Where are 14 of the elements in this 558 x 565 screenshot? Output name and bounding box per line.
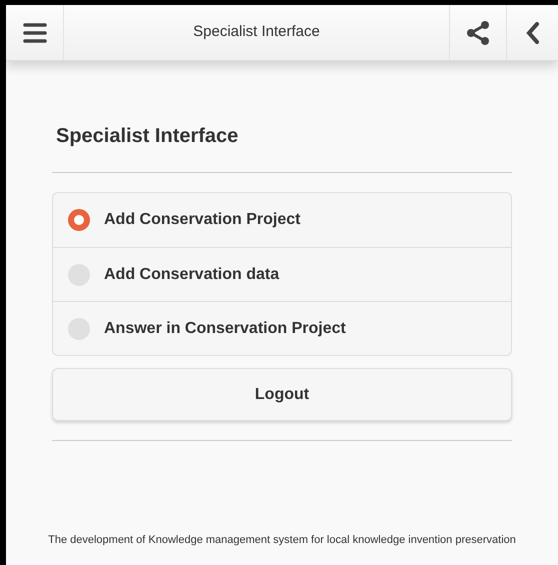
- option-label: Answer in Conservation Project: [104, 318, 346, 338]
- option-label: Add Conservation Project: [104, 210, 300, 230]
- option-label: Add Conservation data: [104, 264, 280, 284]
- logout-button[interactable]: Logout: [52, 368, 512, 421]
- menu-icon: [22, 20, 48, 44]
- radio-option[interactable]: Answer in Conservation Project: [53, 301, 511, 355]
- page-heading: Specialist Interface: [56, 124, 240, 148]
- back-icon: [524, 20, 540, 44]
- footer-text: The development of Knowledge management system for local knowledge invention preservation: [48, 533, 516, 548]
- radio-option[interactable]: Add Conservation data: [53, 247, 511, 301]
- radio-button[interactable]: [68, 209, 90, 231]
- radio-option[interactable]: Add Conservation Project: [53, 193, 511, 247]
- header-title: Specialist Interface: [193, 22, 320, 42]
- share-icon: [465, 20, 491, 46]
